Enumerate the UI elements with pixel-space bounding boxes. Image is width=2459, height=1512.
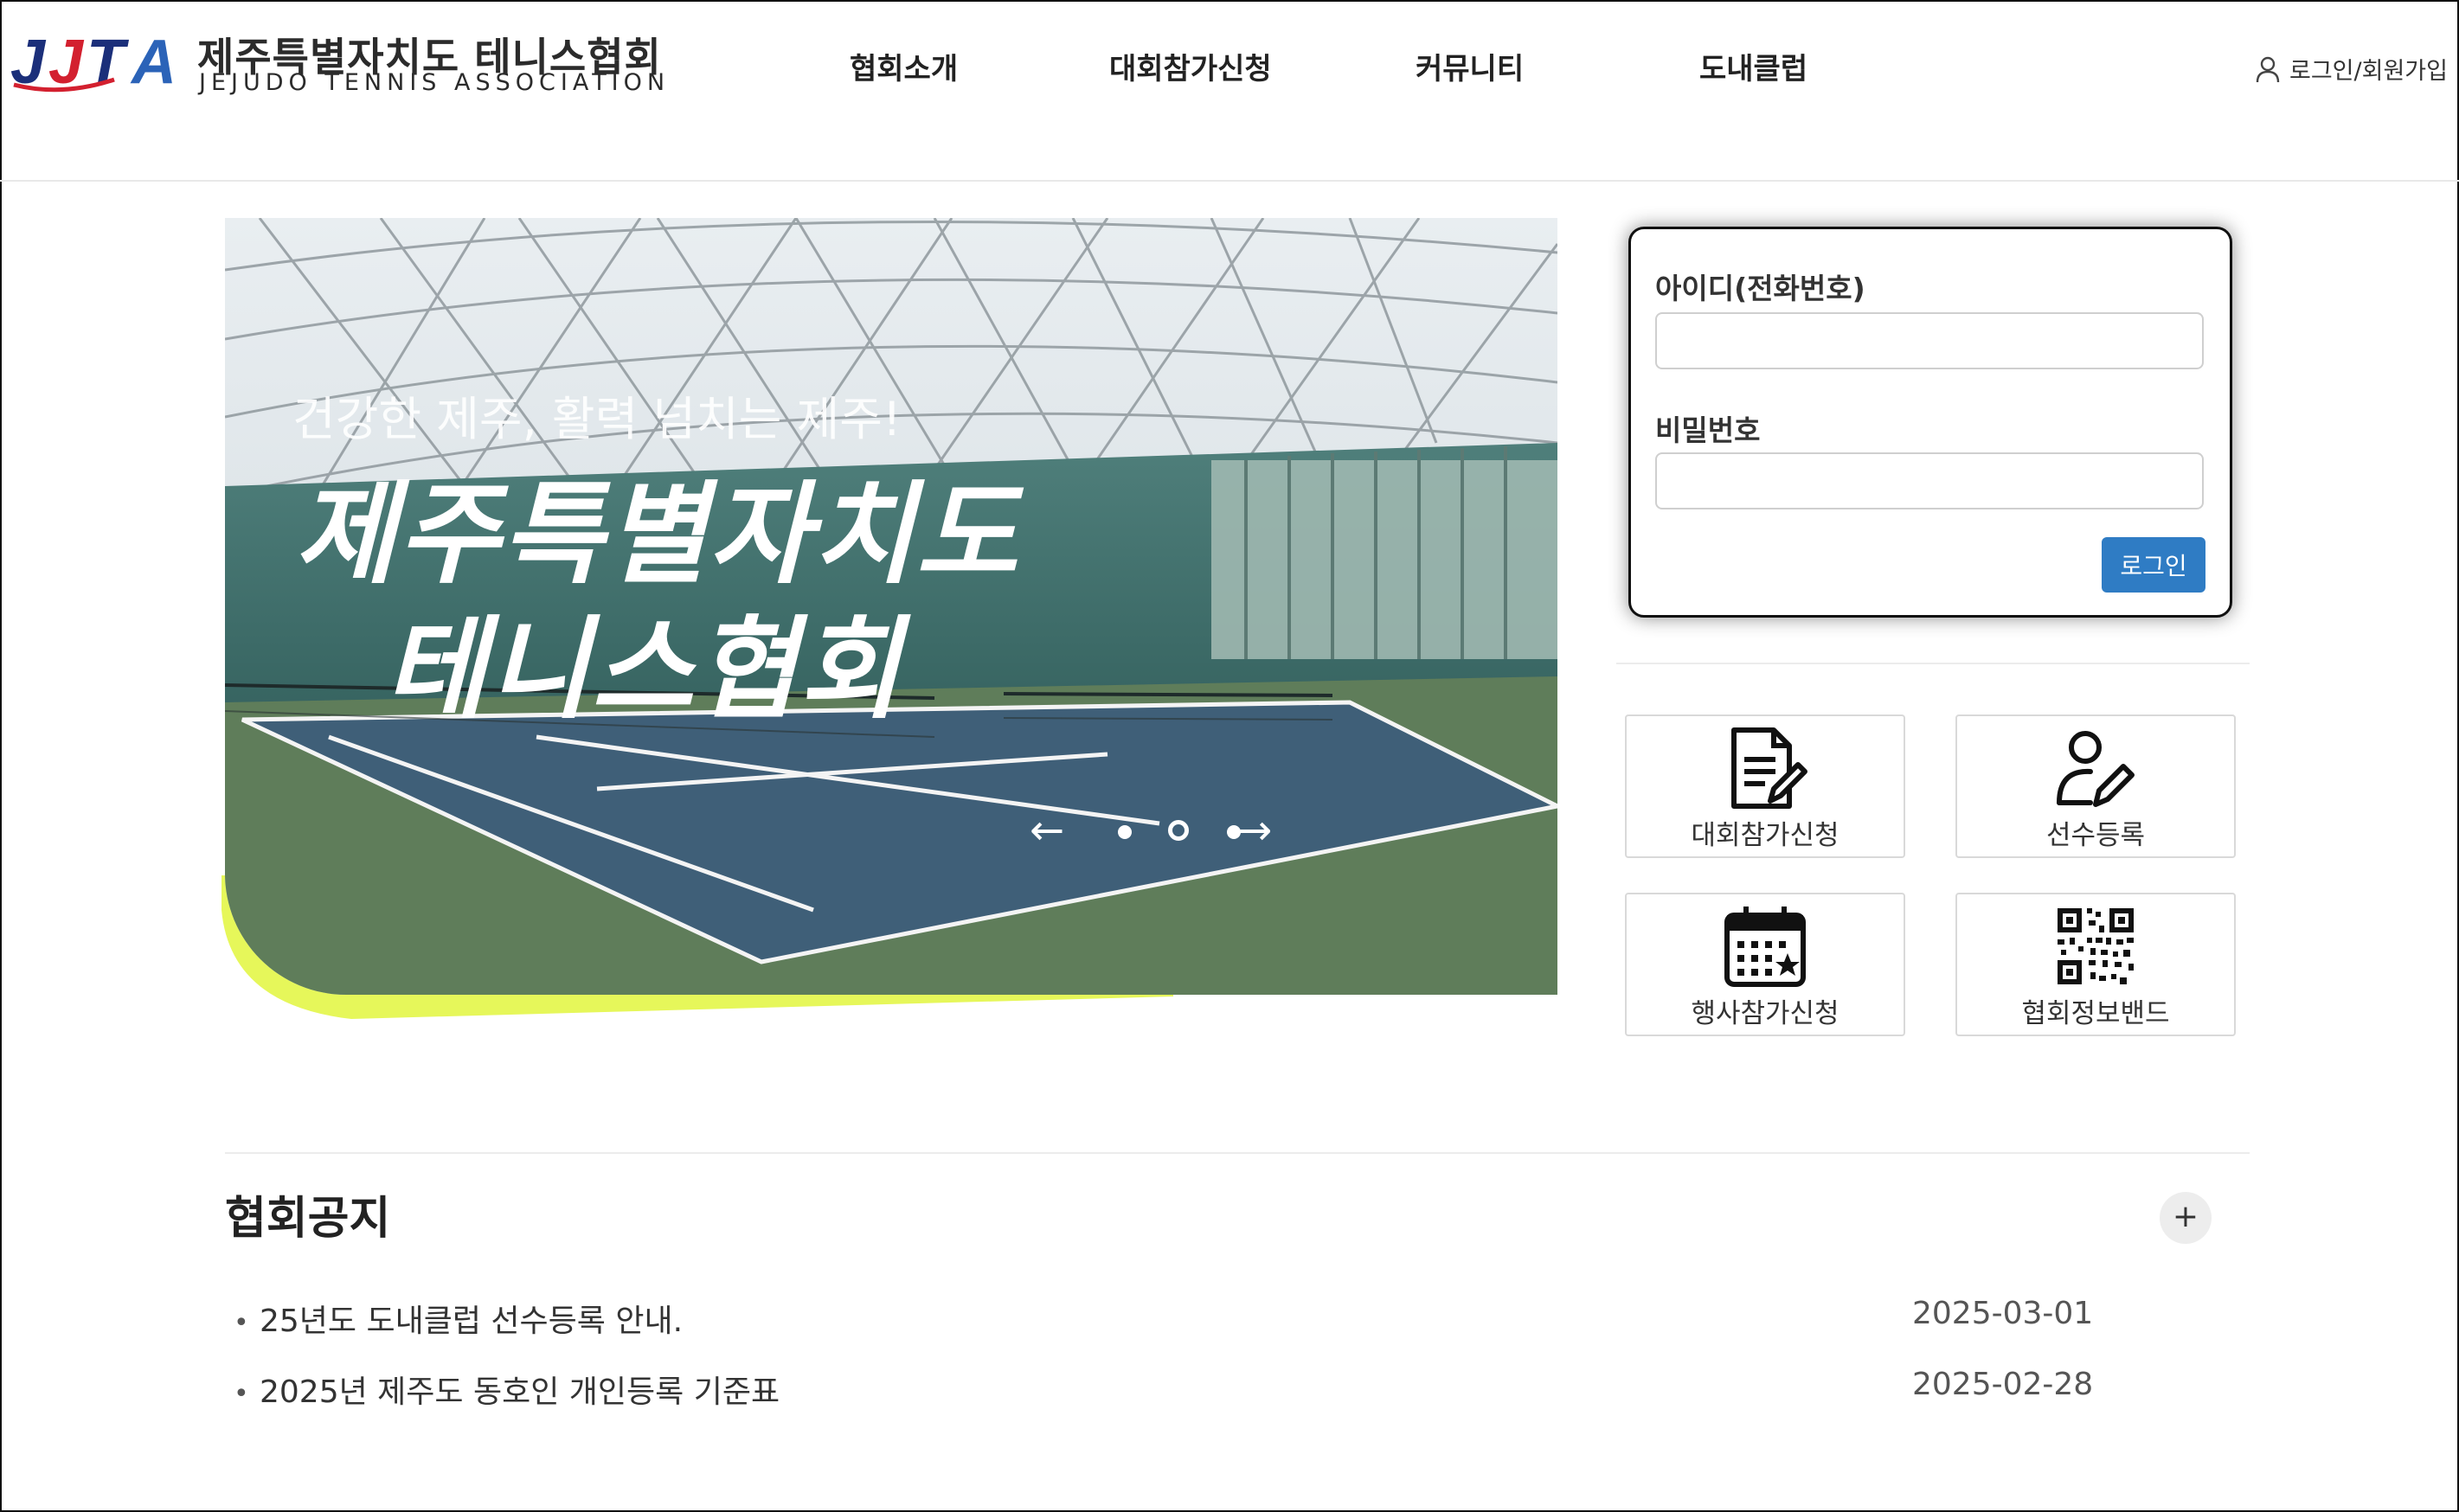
carousel-dot-1[interactable] [1118,825,1132,839]
quick-link-label: 협회정보밴드 [2021,998,2170,1029]
notice-title[interactable]: 2025년 제주도 동호인 개인등록 기준표 [260,1367,780,1412]
notice-bullet: • [234,1308,249,1338]
notice-section-title: 협회공지 [225,1193,391,1245]
carousel-controls: ← → [1030,806,1289,858]
svg-text:A: A [130,28,177,97]
carousel-prev-arrow[interactable]: ← [1030,806,1064,855]
site-logo[interactable]: J J T A 제주특별자치도 테니스협회 JEJUDO TENNIS ASSO… [10,24,665,102]
notice-item[interactable]: • 2025년 제주도 동호인 개인등록 기준표 2025-02-28 [234,1367,2093,1419]
notice-title[interactable]: 25년도 도내클럽 선수등록 안내. [260,1296,683,1341]
quick-link-association-band[interactable]: 협회정보밴드 [1955,893,2236,1036]
document-edit-icon [1731,727,1807,809]
right-divider [1616,663,2250,664]
notice-date: 2025-03-01 [1912,1296,2094,1331]
carousel-dot-2-active[interactable] [1168,820,1189,841]
notice-date: 2025-02-28 [1912,1367,2094,1402]
password-label: 비밀번호 [1655,413,1761,447]
section-divider [225,1152,2250,1154]
user-edit-icon [2057,731,2135,807]
notice-bullet: • [234,1379,249,1409]
calendar-star-icon [1724,907,1806,987]
logo-english-name: JEJUDO TENNIS ASSOCIATION [199,69,671,96]
quick-link-label: 대회참가신청 [1691,820,1839,851]
hero-title-line2: 테니스협회 [384,605,902,734]
qr-code-icon [2058,908,2134,984]
login-form: 아이디(전화번호) 비밀번호 로그인 [1628,227,2232,618]
hero-subtitle: 건강한 제주, 활력 넘치는 제주! [292,392,902,446]
notice-more-button[interactable]: + [2160,1192,2212,1244]
nav-item-about[interactable]: 협회소개 [850,45,958,87]
user-icon [2256,56,2280,82]
jjta-logo-mark: J J T A [10,28,177,97]
quick-link-tournament-apply[interactable]: 대회참가신청 [1625,714,1905,858]
nav-item-tournament-apply[interactable]: 대회참가신청 [1109,45,1272,87]
carousel-next-arrow[interactable]: → [1237,806,1272,855]
login-submit-button[interactable]: 로그인 [2102,537,2205,593]
quick-link-label: 행사참가신청 [1691,998,1839,1029]
notice-item[interactable]: • 25년도 도내클럽 선수등록 안내. 2025-03-01 [234,1296,2093,1348]
login-signup-label: 로그인/회원가입 [2289,58,2448,85]
id-input[interactable] [1655,312,2204,369]
id-label: 아이디(전화번호) [1655,272,1865,305]
nav-item-community[interactable]: 커뮤니티 [1416,45,1524,87]
hero-banner: 건강한 제주, 활력 넘치는 제주! 제주특별자치도 테니스협회 ← → [222,218,1557,1019]
quick-link-label: 선수등록 [2045,820,2146,851]
login-signup-link[interactable]: 로그인/회원가입 [2255,52,2448,86]
site-header: J J T A 제주특별자치도 테니스협회 JEJUDO TENNIS ASSO… [0,0,2459,182]
nav-item-clubs[interactable]: 도내클럽 [1699,45,1807,87]
quick-link-player-register[interactable]: 선수등록 [1955,714,2236,858]
password-input[interactable] [1655,452,2204,509]
quick-link-event-apply[interactable]: 행사참가신청 [1625,893,1905,1036]
